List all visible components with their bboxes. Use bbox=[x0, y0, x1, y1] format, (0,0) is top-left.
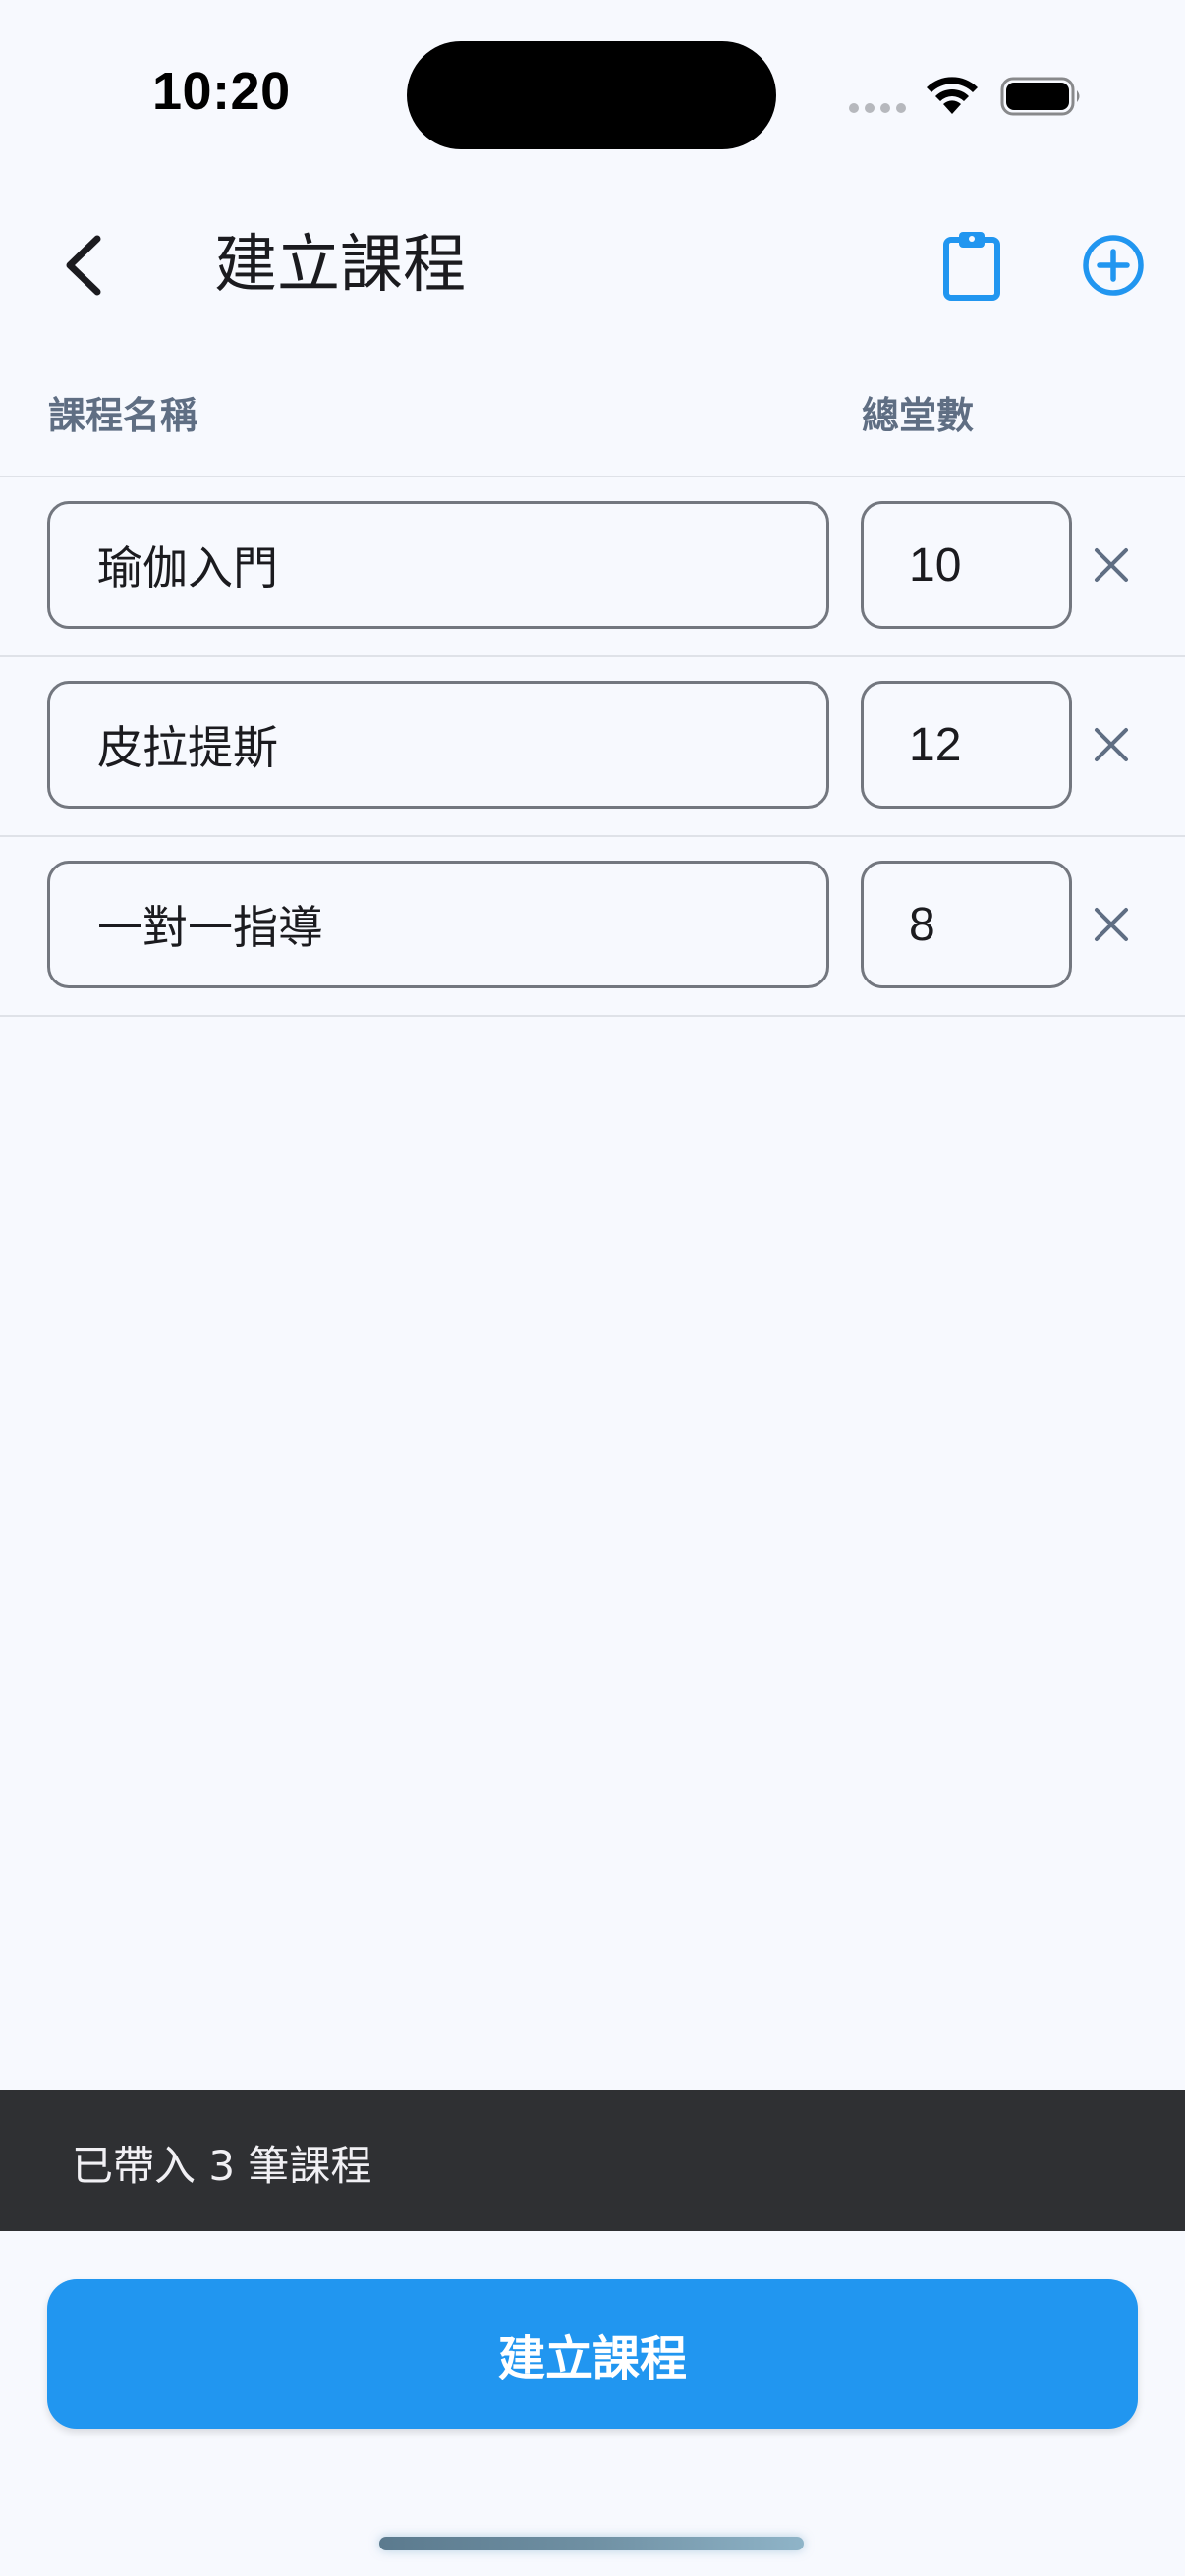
close-icon bbox=[1095, 908, 1128, 941]
course-list bbox=[0, 477, 1185, 1017]
wifi-icon bbox=[927, 77, 978, 114]
battery-icon bbox=[1000, 77, 1080, 116]
chevron-left-icon bbox=[66, 235, 101, 296]
remove-row-button[interactable] bbox=[1085, 700, 1138, 789]
column-header-count: 總堂數 bbox=[862, 394, 975, 437]
remove-row-button[interactable] bbox=[1085, 521, 1138, 609]
table-header: 課程名稱 總堂數 bbox=[0, 373, 1185, 477]
app-bar: 建立課程 bbox=[0, 196, 1185, 334]
remove-row-button[interactable] bbox=[1085, 880, 1138, 969]
course-row bbox=[0, 657, 1185, 837]
add-circle-icon bbox=[1083, 235, 1144, 296]
paste-button[interactable] bbox=[928, 221, 1016, 309]
create-courses-button[interactable]: 建立課程 bbox=[47, 2279, 1138, 2429]
clipboard-icon bbox=[943, 232, 1000, 301]
back-button[interactable] bbox=[39, 221, 128, 309]
create-courses-button-label: 建立課程 bbox=[497, 2331, 687, 2386]
status-time: 10:20 bbox=[152, 62, 291, 121]
course-row bbox=[0, 477, 1185, 657]
course-count-input[interactable] bbox=[861, 861, 1072, 988]
close-icon bbox=[1095, 548, 1128, 582]
page-title: 建立課程 bbox=[214, 229, 466, 302]
cellular-signal-icon bbox=[849, 103, 906, 113]
add-row-button[interactable] bbox=[1069, 221, 1157, 309]
course-name-input[interactable] bbox=[47, 501, 829, 629]
column-header-name: 課程名稱 bbox=[48, 394, 198, 437]
close-icon bbox=[1095, 728, 1128, 761]
course-count-input[interactable] bbox=[861, 501, 1072, 629]
course-name-input[interactable] bbox=[47, 861, 829, 988]
dynamic-island bbox=[407, 41, 776, 149]
home-indicator[interactable] bbox=[379, 2537, 804, 2550]
course-name-input[interactable] bbox=[47, 681, 829, 809]
snackbar: 已帶入 3 筆課程 bbox=[0, 2090, 1185, 2231]
course-row bbox=[0, 837, 1185, 1017]
snackbar-message: 已帶入 3 筆課程 bbox=[72, 2142, 372, 2190]
status-bar: 10:20 bbox=[0, 0, 1185, 187]
course-count-input[interactable] bbox=[861, 681, 1072, 809]
